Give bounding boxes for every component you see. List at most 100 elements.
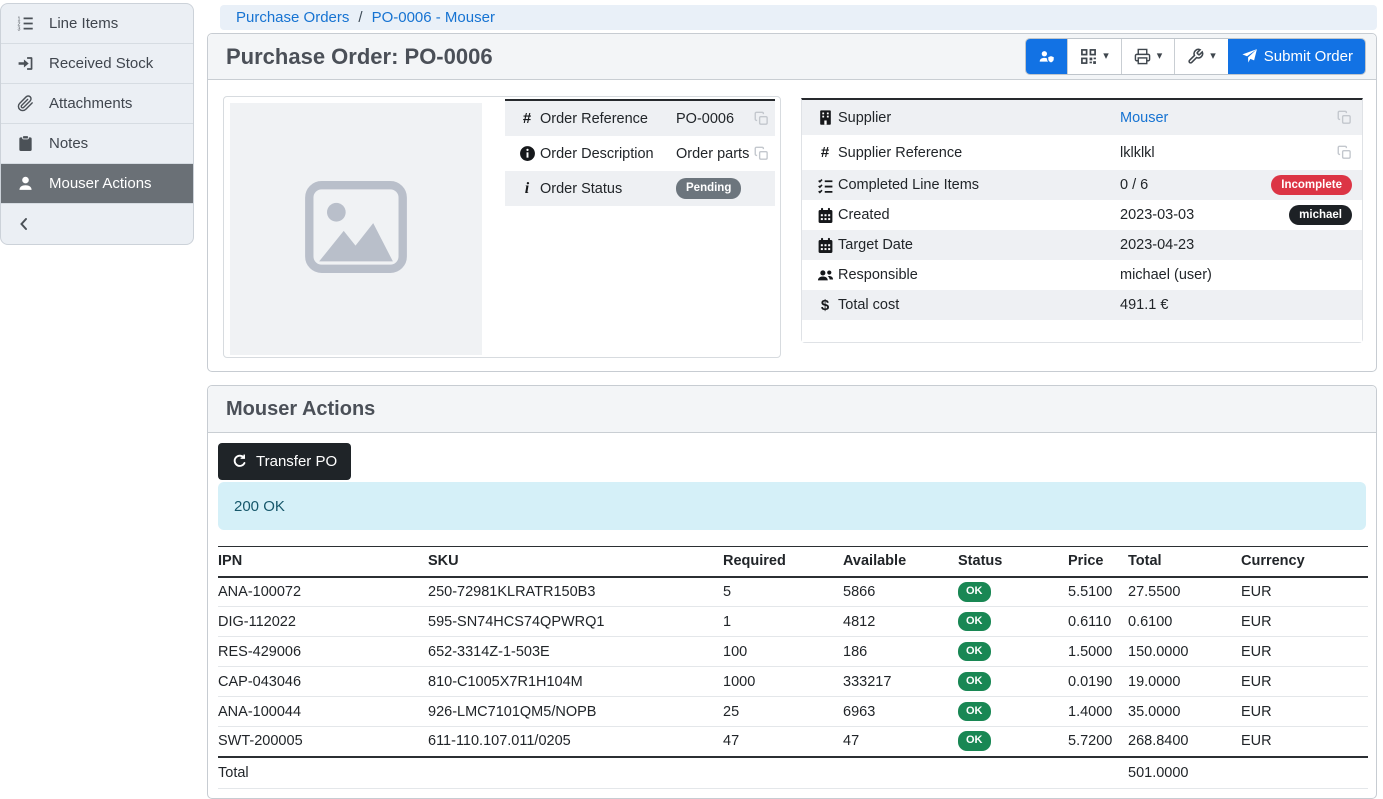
cell-required: 1000 (723, 667, 843, 697)
qrcode-icon (1080, 48, 1097, 65)
supplier-link[interactable]: Mouser (1120, 110, 1337, 126)
user-permissions-button[interactable] (1026, 39, 1067, 74)
cell-sku: 652-3314Z-1-503E (428, 637, 723, 667)
sidebar-item-received-stock[interactable]: Received Stock (1, 44, 193, 84)
transfer-po-button[interactable]: Transfer PO (218, 443, 351, 480)
order-image-placeholder[interactable] (230, 103, 482, 355)
cell-status: OK (958, 637, 1068, 667)
copy-icon[interactable] (1337, 145, 1352, 160)
dollar-icon: $ (812, 297, 838, 314)
status-alert: 200 OK (218, 482, 1366, 530)
cell-available: 5866 (843, 577, 958, 607)
order-details-table: #Order ReferencePO-0006Order Description… (505, 99, 775, 206)
svg-text:3: 3 (17, 27, 20, 32)
caret-down-icon: ▾ (1210, 51, 1216, 62)
cell-required: 25 (723, 697, 843, 727)
empty-row (802, 320, 1362, 342)
cell-status: OK (958, 667, 1068, 697)
status-ok-badge: OK (958, 582, 991, 602)
cell-required: 47 (723, 727, 843, 757)
detail-row: SupplierMouser (802, 100, 1362, 135)
table-row: RES-429006652-3314Z-1-503E100186OK1.5000… (218, 637, 1368, 667)
cell-currency: EUR (1241, 697, 1368, 727)
detail-value: 2023-04-23 (1120, 237, 1362, 253)
detail-row: Responsiblemichael (user) (802, 260, 1362, 290)
detail-value: lklklkl (1120, 145, 1337, 161)
sidebar-item-line-items[interactable]: 123Line Items (1, 4, 193, 44)
order-actions-dropdown-button[interactable]: ▾ (1174, 39, 1228, 74)
copy-icon[interactable] (754, 111, 769, 126)
status-badge: Pending (676, 178, 741, 198)
paperclip-icon (1, 95, 49, 112)
copy-icon[interactable] (754, 146, 769, 161)
detail-label: Created (838, 207, 1120, 223)
sidebar-collapse-button[interactable] (1, 204, 193, 244)
cell-status: OK (958, 697, 1068, 727)
breadcrumb-link-current[interactable]: PO-0006 - Mouser (372, 9, 495, 26)
cell-currency: EUR (1241, 577, 1368, 607)
image-placeholder-icon (297, 168, 415, 290)
detail-value: Order parts (676, 146, 754, 162)
detail-value: 0 / 6 (1120, 177, 1271, 193)
cell-sku: 250-72981KLRATR150B3 (428, 577, 723, 607)
copy-icon[interactable] (1337, 110, 1352, 125)
column-header-available: Available (843, 547, 958, 577)
sidebar-item-mouser-actions[interactable]: Mouser Actions (1, 164, 193, 204)
cell-available: 333217 (843, 667, 958, 697)
status-badge: michael (1289, 205, 1352, 225)
table-row: CAP-043046810-C1005X7R1H104M1000333217OK… (218, 667, 1368, 697)
detail-label: Supplier Reference (838, 145, 1120, 161)
cell-total: 27.5500 (1128, 577, 1241, 607)
status-ok-badge: OK (958, 702, 991, 722)
refresh-icon (232, 454, 247, 469)
detail-label: Order Description (540, 146, 676, 162)
detail-value: 2023-03-03 (1120, 207, 1289, 223)
calendar-icon (812, 237, 838, 254)
cell-available: 4812 (843, 607, 958, 637)
user-icon (1, 175, 49, 192)
cell-total: 0.6100 (1128, 607, 1241, 637)
clipboard-icon (1, 135, 49, 152)
users-icon (812, 267, 838, 284)
print-dropdown-button[interactable]: ▾ (1121, 39, 1175, 74)
cell-ipn: DIG-112022 (218, 607, 428, 637)
sidebar-item-notes[interactable]: Notes (1, 124, 193, 164)
status-ok-badge: OK (958, 731, 991, 751)
submit-order-label: Submit Order (1264, 48, 1353, 65)
cell-total: 19.0000 (1128, 667, 1241, 697)
submit-order-button[interactable]: Submit Order (1228, 39, 1365, 74)
sidebar: 123Line ItemsReceived StockAttachments No… (0, 3, 194, 245)
table-row: SWT-200005611-110.107.011/02054747OK5.72… (218, 727, 1368, 757)
barcode-dropdown-button[interactable]: ▾ (1067, 39, 1121, 74)
cell-total: 150.0000 (1128, 637, 1241, 667)
mouser-actions-panel-header: Mouser Actions (208, 386, 1376, 433)
table-footer-row: Total 501.0000 (218, 757, 1368, 789)
sidebar-item-attachments[interactable]: Attachments (1, 84, 193, 124)
detail-label: Completed Line Items (838, 177, 1120, 193)
status-badge: Incomplete (1271, 175, 1352, 195)
cell-price: 5.5100 (1068, 577, 1128, 607)
status-alert-text: 200 OK (234, 498, 285, 515)
cell-available: 47 (843, 727, 958, 757)
line-items-table: IPNSKURequiredAvailableStatusPriceTotalC… (218, 546, 1368, 789)
status-ok-badge: OK (958, 642, 991, 662)
chevron-left-icon (16, 216, 32, 232)
caret-down-icon: ▾ (1103, 51, 1109, 62)
hash-icon: # (812, 144, 838, 161)
caret-down-icon: ▾ (1157, 51, 1163, 62)
breadcrumb-link-purchase-orders[interactable]: Purchase Orders (236, 9, 349, 26)
cell-sku: 810-C1005X7R1H104M (428, 667, 723, 697)
send-icon (1241, 48, 1258, 65)
column-header-ipn: IPN (218, 547, 428, 577)
order-image-card: #Order ReferencePO-0006Order Description… (223, 96, 781, 358)
header-button-group: ▾ ▾ ▾ Submit Order (1025, 38, 1366, 75)
page-title: Purchase Order: PO-0006 (218, 44, 493, 70)
cell-price: 5.7200 (1068, 727, 1128, 757)
cell-ipn: ANA-100072 (218, 577, 428, 607)
cell-price: 0.6110 (1068, 607, 1128, 637)
list-ol-icon: 123 (1, 15, 49, 32)
detail-label: Supplier (838, 110, 1120, 126)
sidebar-item-label: Notes (49, 135, 88, 152)
cell-currency: EUR (1241, 637, 1368, 667)
cell-status: OK (958, 577, 1068, 607)
